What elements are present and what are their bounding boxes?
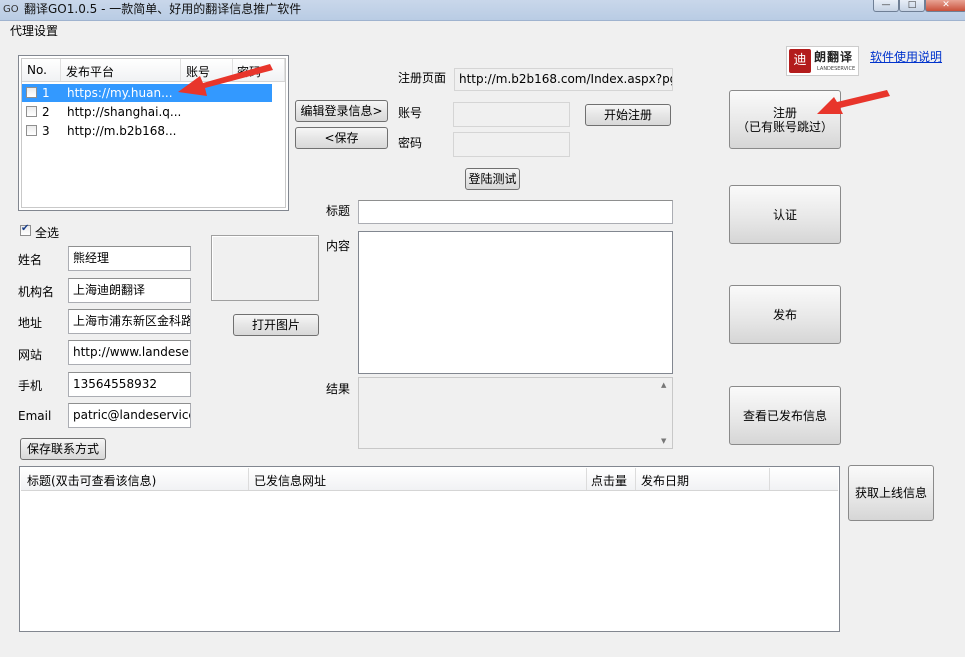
title-bar: GO 翻译GO1.0.5 - 一款简单、好用的翻译信息推广软件 — □ ✕ [0, 0, 965, 21]
close-button[interactable]: ✕ [925, 0, 965, 12]
column-header-title[interactable]: 标题(双击可查看该信息) [27, 472, 156, 489]
name-label: 姓名 [18, 253, 43, 267]
email-field[interactable]: patric@landeservice.c [68, 403, 191, 428]
view-published-button[interactable]: 查看已发布信息 [729, 386, 841, 445]
result-field: ▲ ▼ [358, 377, 673, 449]
address-label: 地址 [18, 316, 43, 330]
row-platform: http://shanghai.q... [67, 105, 182, 119]
column-header-url[interactable]: 已发信息网址 [254, 472, 326, 489]
logo-subtext: LANDESERVICE [817, 66, 856, 72]
register-page-url-field[interactable]: http://m.b2b168.com/Index.aspx?pg= [454, 68, 673, 91]
website-label: 网站 [18, 348, 43, 362]
column-header-account[interactable]: 账号 [186, 63, 210, 80]
verify-button[interactable]: 认证 [729, 185, 841, 244]
platform-row[interactable]: 2 http://shanghai.q... [22, 103, 272, 121]
post-title-field[interactable] [358, 200, 673, 224]
help-link[interactable]: 软件使用说明 [870, 48, 942, 65]
publish-button[interactable]: 发布 [729, 285, 841, 344]
window-title: 翻译GO1.0.5 - 一款简单、好用的翻译信息推广软件 [24, 2, 302, 16]
org-label: 机构名 [18, 285, 55, 299]
register-page-label: 注册页面 [398, 71, 447, 85]
result-scrollbar[interactable]: ▲ ▼ [658, 378, 672, 448]
account-field[interactable] [453, 102, 570, 127]
phone-field[interactable]: 13564558932 [68, 372, 191, 397]
column-header-clicks[interactable]: 点击量 [591, 472, 627, 489]
column-header-password[interactable]: 密码 [237, 63, 261, 80]
menu-proxy-settings[interactable]: 代理设置 [10, 22, 58, 39]
select-all-label: 全选 [35, 226, 60, 240]
row-checkbox[interactable] [26, 125, 37, 136]
website-field[interactable]: http://www.landeser [68, 340, 191, 365]
brand-logo: 迪 朗翻译 LANDESERVICE [786, 46, 859, 76]
scroll-down-icon[interactable]: ▼ [661, 437, 666, 445]
logo-mark: 迪 [789, 49, 811, 73]
column-header-no[interactable]: No. [27, 63, 47, 77]
row-number: 1 [42, 86, 50, 100]
row-checkbox[interactable] [26, 87, 37, 98]
select-all-checkbox[interactable] [20, 223, 31, 236]
row-platform: http://m.b2b168... [67, 124, 177, 138]
published-list-header: 标题(双击可查看该信息) 已发信息网址 点击量 发布日期 [21, 468, 838, 491]
post-title-label: 标题 [326, 204, 351, 218]
register-button[interactable]: 注册 （已有账号跳过） [729, 90, 841, 149]
platform-list-header: No. 发布平台 账号 密码 [22, 59, 285, 82]
maximize-button[interactable]: □ [899, 0, 925, 12]
edit-login-button[interactable]: 编辑登录信息> [295, 100, 388, 122]
row-checkbox[interactable] [26, 106, 37, 117]
logo-text: 朗翻译 [814, 50, 854, 64]
start-register-button[interactable]: 开始注册 [585, 104, 671, 126]
column-header-platform[interactable]: 发布平台 [66, 63, 114, 80]
password-label: 密码 [398, 136, 423, 150]
password-field[interactable] [453, 132, 570, 157]
app-icon: GO [3, 4, 19, 15]
save-contact-button[interactable]: 保存联系方式 [20, 438, 106, 460]
post-content-field[interactable] [358, 231, 673, 374]
account-label: 账号 [398, 106, 423, 120]
open-image-button[interactable]: 打开图片 [233, 314, 319, 336]
image-preview [211, 235, 319, 301]
platform-list[interactable]: No. 发布平台 账号 密码 1 https://my.huan... 2 ht… [18, 55, 289, 211]
row-number: 3 [42, 124, 50, 138]
org-field[interactable]: 上海迪朗翻译 [68, 278, 191, 303]
platform-row[interactable]: 3 http://m.b2b168... [22, 122, 272, 140]
scroll-up-icon[interactable]: ▲ [661, 381, 666, 389]
name-field[interactable]: 熊经理 [68, 246, 191, 271]
row-platform: https://my.huan... [67, 86, 173, 100]
row-number: 2 [42, 105, 50, 119]
save-login-button[interactable]: <保存 [295, 127, 388, 149]
login-test-button[interactable]: 登陆测试 [465, 168, 520, 190]
column-header-date[interactable]: 发布日期 [641, 472, 689, 489]
email-label: Email [18, 409, 52, 423]
minimize-button[interactable]: — [873, 0, 899, 12]
result-label: 结果 [326, 382, 351, 396]
phone-label: 手机 [18, 379, 43, 393]
address-field[interactable]: 上海市浦东新区金科路 [68, 309, 191, 334]
post-content-label: 内容 [326, 239, 351, 253]
fetch-online-button[interactable]: 获取上线信息 [848, 465, 934, 521]
platform-row[interactable]: 1 https://my.huan... [22, 84, 272, 102]
published-list[interactable]: 标题(双击可查看该信息) 已发信息网址 点击量 发布日期 [19, 466, 840, 632]
